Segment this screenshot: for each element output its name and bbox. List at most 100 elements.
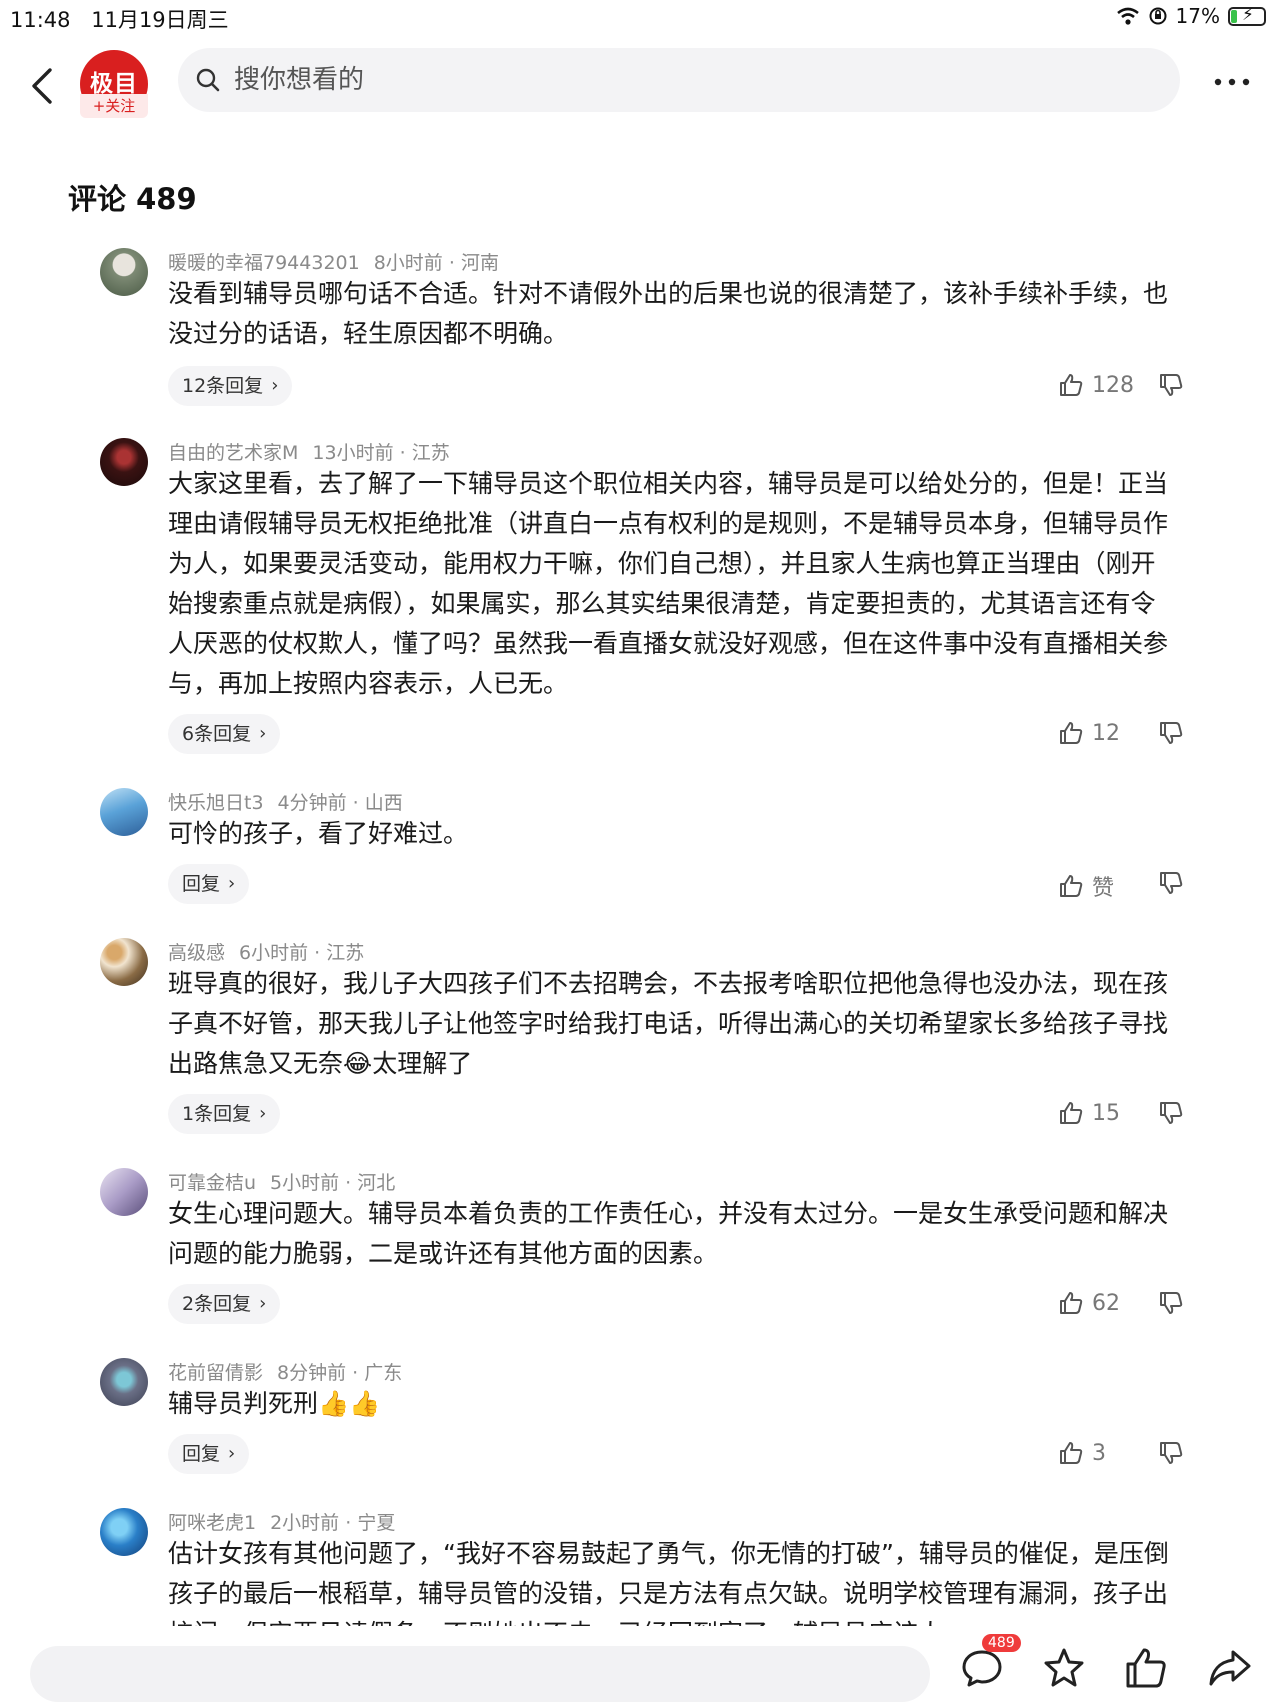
chevron-right-icon: ›	[271, 375, 279, 396]
comment-input[interactable]	[30, 1646, 930, 1702]
chevron-right-icon: ›	[228, 1443, 236, 1464]
like-button[interactable]: 赞	[1058, 870, 1114, 902]
status-icons: 17% ⚡	[1116, 4, 1266, 28]
like-count: 3	[1092, 1440, 1106, 1466]
comment-text[interactable]: 大家这里看，去了解了一下辅导员这个职位相关内容，辅导员是可以给处分的，但是！正当…	[168, 464, 1180, 704]
status-time: 11:48	[10, 8, 71, 32]
comment-meta: 可靠金桔u 5小时前 · 河北	[168, 1172, 396, 1194]
comment-text[interactable]: 辅导员判死刑👍👍	[168, 1384, 1180, 1424]
thumbs-down-icon[interactable]	[1158, 1440, 1184, 1466]
thumbs-up-icon	[1060, 1442, 1083, 1464]
search-bar[interactable]	[178, 48, 1180, 112]
like-button[interactable]: 12	[1058, 720, 1120, 746]
comments-title: 评论 489	[68, 182, 197, 216]
battery-percent: 17%	[1175, 4, 1220, 28]
thumbs-up-icon	[1060, 1292, 1083, 1314]
chevron-right-icon: ›	[259, 1103, 267, 1124]
user-avatar[interactable]	[100, 1168, 148, 1216]
like-count: 128	[1092, 372, 1134, 398]
share-icon[interactable]	[1206, 1644, 1254, 1692]
comment-username[interactable]: 可靠金桔u	[168, 1172, 256, 1194]
chevron-right-icon: ›	[259, 723, 267, 744]
comment-meta: 花前留倩影 8分钟前 · 广东	[168, 1362, 403, 1384]
user-avatar[interactable]	[100, 248, 148, 296]
comment-location: 宁夏	[357, 1512, 396, 1534]
comment-location: 河南	[460, 252, 499, 274]
comment-text[interactable]: 没看到辅导员哪句话不合适。针对不请假外出的后果也说的很清楚了，该补手续补手续，也…	[168, 274, 1180, 354]
user-avatar[interactable]	[100, 788, 148, 836]
comment-location: 山西	[364, 792, 403, 814]
thumbs-down-icon[interactable]	[1158, 1290, 1184, 1316]
thumbs-up-icon[interactable]	[1122, 1644, 1170, 1692]
user-avatar[interactable]	[100, 438, 148, 486]
view-replies-button[interactable]: 1条回复 ›	[168, 1094, 281, 1134]
comment-meta: 暖暖的幸福79443201 8小时前 · 河南	[168, 252, 499, 274]
star-icon[interactable]	[1040, 1644, 1088, 1692]
comment-text[interactable]: 女生心理问题大。辅导员本着负责的工作责任心，并没有太过分。一是女生承受问题和解决…	[168, 1194, 1180, 1274]
like-button[interactable]: 128	[1058, 372, 1134, 398]
comment-username[interactable]: 自由的艺术家M	[168, 442, 298, 464]
thumbs-down-icon[interactable]	[1158, 372, 1184, 398]
like-button[interactable]: 3	[1058, 1440, 1106, 1466]
comment-meta: 快乐旭日t3 4分钟前 · 山西	[168, 792, 403, 814]
search-input[interactable]	[232, 64, 1136, 96]
user-avatar[interactable]	[100, 938, 148, 986]
reply-button[interactable]: 回复 ›	[168, 864, 250, 904]
comment-time: 2小时前	[270, 1512, 340, 1534]
comment-location: 广东	[364, 1362, 403, 1384]
battery-icon: ⚡	[1228, 5, 1266, 26]
comment-username[interactable]: 暖暖的幸福79443201	[168, 252, 360, 274]
thumbs-up-icon	[1060, 722, 1083, 744]
replies-label: 2条回复	[182, 1293, 252, 1315]
view-replies-button[interactable]: 2条回复 ›	[168, 1284, 281, 1324]
replies-label: 12条回复	[182, 375, 264, 397]
replies-label: 回复	[182, 873, 221, 895]
replies-label: 回复	[182, 1443, 221, 1465]
comment-location: 江苏	[411, 442, 450, 464]
thumbs-up-icon	[1060, 1102, 1083, 1124]
top-header: 极目 +关注	[0, 40, 1280, 130]
status-time-date: 11:48 11月19日周三	[10, 4, 229, 34]
comment-meta: 阿咪老虎1 2小时前 · 宁夏	[168, 1512, 396, 1534]
comment-time: 13小时前	[312, 442, 394, 464]
search-icon	[196, 68, 220, 92]
view-replies-button[interactable]: 6条回复 ›	[168, 714, 281, 754]
comment-count-badge: 489	[982, 1634, 1021, 1652]
follow-button[interactable]: +关注	[80, 94, 148, 118]
comment-meta: 自由的艺术家M 13小时前 · 江苏	[168, 442, 450, 464]
like-button[interactable]: 62	[1058, 1290, 1120, 1316]
user-avatar[interactable]	[100, 1508, 148, 1556]
comment-text[interactable]: 估计女孩有其他问题了，“我好不容易鼓起了勇气，你无情的打破”，辅导员的催促，是压…	[168, 1534, 1180, 1626]
like-count: 62	[1092, 1290, 1120, 1316]
wifi-icon	[1116, 7, 1139, 25]
like-button[interactable]: 15	[1058, 1100, 1120, 1126]
bottom-action-bar: 489	[0, 1626, 1280, 1706]
rotation-lock-icon	[1149, 7, 1167, 25]
like-count: 12	[1092, 720, 1120, 746]
reply-button[interactable]: 回复 ›	[168, 1434, 250, 1474]
comment-item: 阿咪老虎1 2小时前 · 宁夏 估计女孩有其他问题了，“我好不容易鼓起了勇气，你无…	[0, 1508, 1280, 1626]
comment-meta: 高级感 6小时前 · 江苏	[168, 942, 365, 964]
more-options-icon[interactable]	[1212, 76, 1252, 88]
back-arrow-icon[interactable]	[26, 64, 60, 108]
comment-username[interactable]: 快乐旭日t3	[168, 792, 264, 814]
thumbs-down-icon[interactable]	[1158, 720, 1184, 746]
thumbs-down-icon[interactable]	[1158, 870, 1184, 896]
status-date: 11月19日周三	[91, 8, 229, 32]
comment-text[interactable]: 可怜的孩子，看了好难过。	[168, 814, 1180, 854]
chevron-right-icon: ›	[259, 1293, 267, 1314]
comment-time: 8小时前	[373, 252, 443, 274]
comment-username[interactable]: 高级感	[168, 942, 225, 964]
thumbs-down-icon[interactable]	[1158, 1100, 1184, 1126]
view-replies-button[interactable]: 12条回复 ›	[168, 366, 293, 406]
comment-username[interactable]: 花前留倩影	[168, 1362, 263, 1384]
user-avatar[interactable]	[100, 1358, 148, 1406]
comment-username[interactable]: 阿咪老虎1	[168, 1512, 256, 1534]
status-bar: 11:48 11月19日周三 17% ⚡	[0, 0, 1280, 34]
like-count: 赞	[1092, 876, 1115, 901]
replies-label: 1条回复	[182, 1103, 252, 1125]
comment-text[interactable]: 班导真的很好，我儿子大四孩子们不去招聘会，不去报考啥职位把他急得也没办法，现在孩…	[168, 964, 1180, 1084]
thumbs-up-icon	[1060, 875, 1083, 897]
comment-time: 8分钟前	[277, 1362, 347, 1384]
chevron-right-icon: ›	[228, 873, 236, 894]
